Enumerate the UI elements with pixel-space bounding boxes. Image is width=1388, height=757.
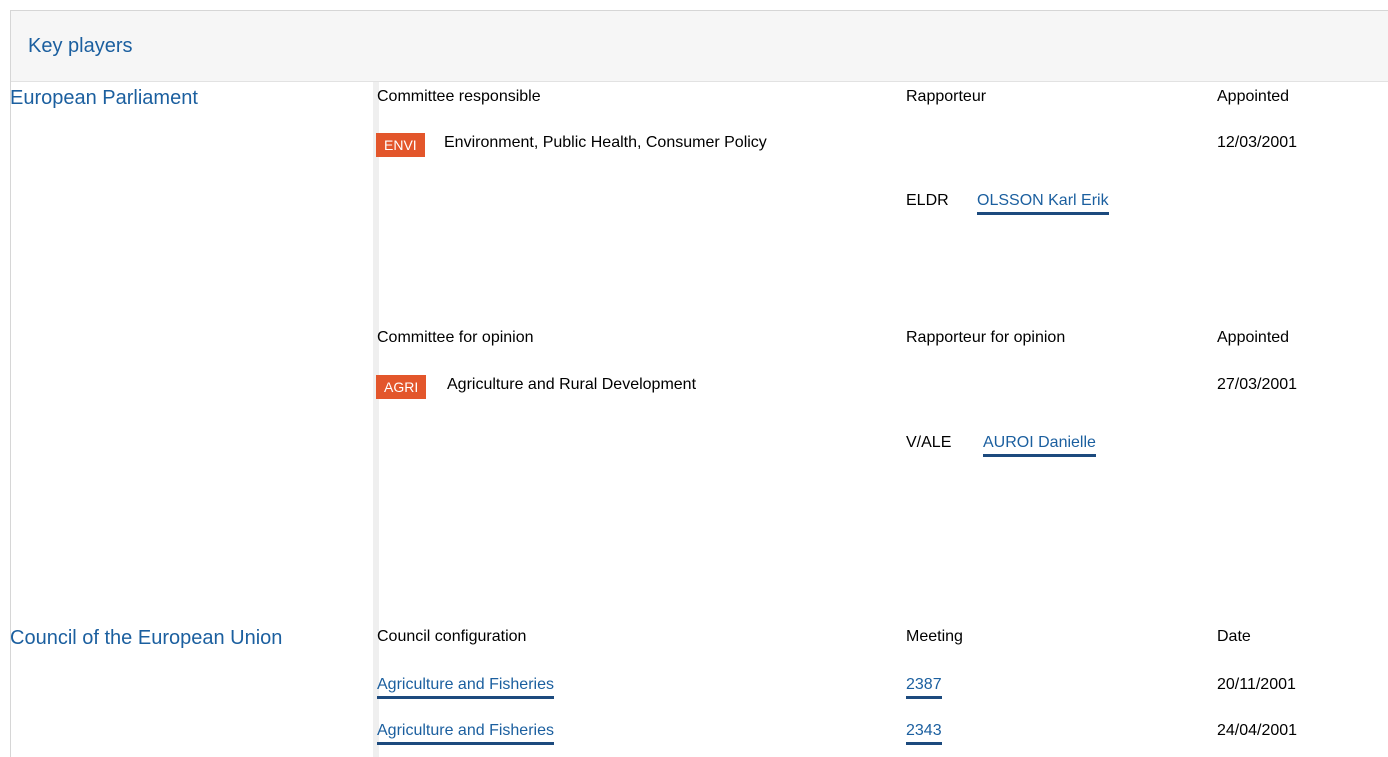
col-date: Date	[1217, 628, 1251, 645]
column-divider	[373, 82, 379, 757]
col-council-configuration: Council configuration	[377, 628, 527, 645]
council-config-link-1[interactable]: Agriculture and Fisheries	[377, 676, 554, 699]
meeting-link-2343[interactable]: 2343	[906, 722, 942, 745]
col-committee-opinion: Committee for opinion	[377, 329, 534, 346]
col-meeting: Meeting	[906, 628, 963, 645]
col-appointed: Appointed	[1217, 88, 1290, 105]
rapporteur-link-auroi[interactable]: AUROI Danielle	[983, 434, 1096, 457]
rapporteur-group-eldr: ELDR	[906, 192, 949, 209]
council-date-2: 24/04/2001	[1217, 722, 1298, 739]
committee-badge-agri: AGRI	[376, 375, 427, 399]
col-appointed-opinion: Appointed	[1217, 329, 1290, 346]
committee-badge-envi: ENVI	[376, 133, 425, 157]
key-players-header: Key players	[11, 10, 1388, 82]
appointed-date-agri: 27/03/2001	[1217, 376, 1298, 393]
institution-european-parliament: European Parliament	[10, 87, 198, 109]
col-rapporteur: Rapporteur	[906, 88, 987, 105]
council-config-link-2[interactable]: Agriculture and Fisheries	[377, 722, 554, 745]
rapporteur-group-vale: V/ALE	[906, 434, 952, 451]
appointed-date-envi: 12/03/2001	[1217, 134, 1298, 151]
committee-name-agri: Agriculture and Rural Development	[447, 376, 697, 393]
council-date-1: 20/11/2001	[1217, 676, 1296, 693]
meeting-link-2387[interactable]: 2387	[906, 676, 942, 699]
col-committee-responsible: Committee responsible	[377, 88, 541, 105]
col-rapporteur-opinion: Rapporteur for opinion	[906, 329, 1066, 346]
rapporteur-link-olsson[interactable]: OLSSON Karl Erik	[977, 192, 1109, 215]
committee-name-envi: Environment, Public Health, Consumer Pol…	[444, 134, 767, 151]
institution-council: Council of the European Union	[10, 627, 283, 649]
key-players-title: Key players	[28, 35, 133, 57]
